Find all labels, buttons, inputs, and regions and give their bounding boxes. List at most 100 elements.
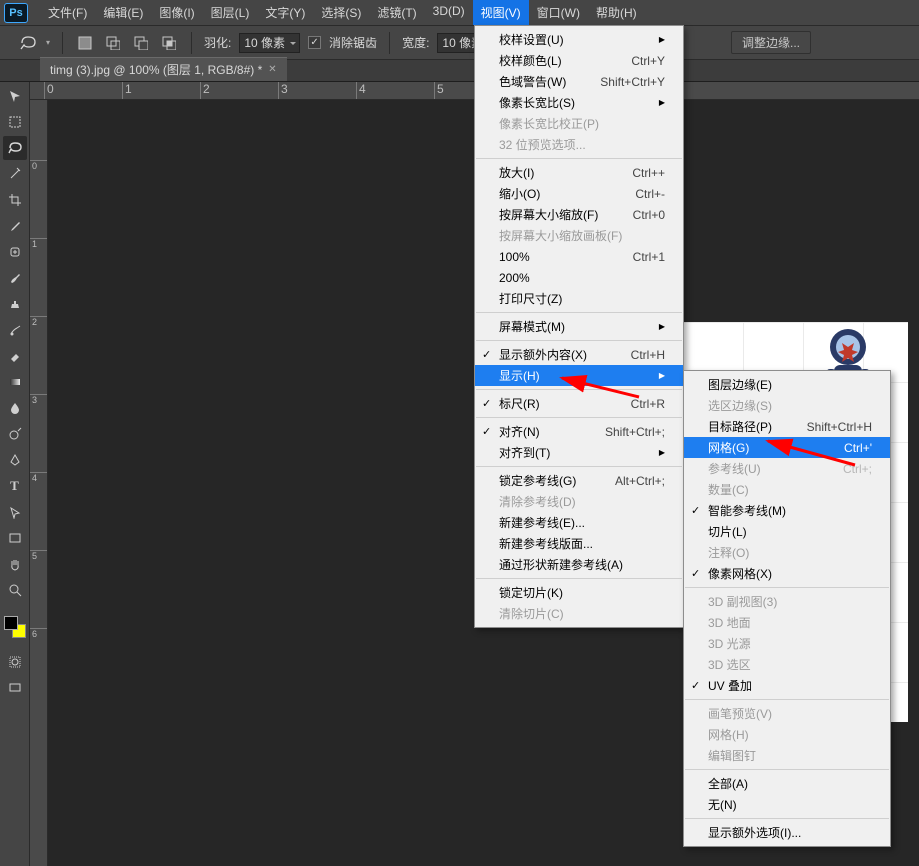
menu-item[interactable]: ✓像素网格(X) (684, 563, 890, 584)
menu-item[interactable]: 锁定切片(K) (475, 582, 683, 603)
color-swatches[interactable] (4, 616, 26, 638)
menu-item[interactable]: 目标路径(P)Shift+Ctrl+H (684, 416, 890, 437)
menu-filter[interactable]: 滤镜(T) (369, 0, 424, 25)
dodge-tool-icon[interactable] (3, 422, 27, 446)
menu-item-label: UV 叠加 (708, 677, 752, 694)
menu-item[interactable]: 缩小(O)Ctrl+- (475, 183, 683, 204)
menu-item[interactable]: 新建参考线(E)... (475, 512, 683, 533)
menu-item[interactable]: 200% (475, 267, 683, 288)
menu-item-label: 新建参考线版面... (499, 535, 593, 552)
zoom-tool-icon[interactable] (3, 578, 27, 602)
menu-item[interactable]: ✓智能参考线(M) (684, 500, 890, 521)
path-select-tool-icon[interactable] (3, 500, 27, 524)
eraser-tool-icon[interactable] (3, 344, 27, 368)
menu-item[interactable]: ✓标尺(R)Ctrl+R (475, 393, 683, 414)
lasso-tool-icon[interactable] (3, 136, 27, 160)
close-icon[interactable]: ✕ (268, 64, 276, 75)
rectangle-tool-icon[interactable] (3, 526, 27, 550)
menu-shortcut: Shift+Ctrl+Y (572, 75, 665, 89)
selection-subtract-icon[interactable] (131, 33, 151, 53)
menu-item-label: 200% (499, 271, 530, 285)
menu-item[interactable]: 锁定参考线(G)Alt+Ctrl+; (475, 470, 683, 491)
antialias-label: 消除锯齿 (329, 34, 377, 51)
menu-item[interactable]: 打印尺寸(Z) (475, 288, 683, 309)
feather-input[interactable]: 10 像素 (239, 33, 300, 53)
menu-item[interactable]: 色域警告(W)Shift+Ctrl+Y (475, 71, 683, 92)
menu-help[interactable]: 帮助(H) (588, 0, 645, 25)
menu-item[interactable]: 放大(I)Ctrl++ (475, 162, 683, 183)
menu-item[interactable]: 屏幕模式(M)▶ (475, 316, 683, 337)
menu-item: 注释(O) (684, 542, 890, 563)
gradient-tool-icon[interactable] (3, 370, 27, 394)
ruler-tick: 2 (30, 316, 47, 327)
marquee-tool-icon[interactable] (3, 110, 27, 134)
menu-item: 3D 副视图(3) (684, 591, 890, 612)
menu-view[interactable]: 视图(V) (473, 0, 529, 25)
crop-tool-icon[interactable] (3, 188, 27, 212)
menu-item[interactable]: ✓UV 叠加 (684, 675, 890, 696)
ruler-tick: 1 (122, 82, 132, 99)
menu-item[interactable]: 100%Ctrl+1 (475, 246, 683, 267)
menu-item-label: 对齐到(T) (499, 444, 550, 461)
menu-item[interactable]: 切片(L) (684, 521, 890, 542)
menu-item-label: 显示额外选项(I)... (708, 824, 801, 841)
menu-item[interactable]: 新建参考线版面... (475, 533, 683, 554)
menu-item-label: 目标路径(P) (708, 418, 772, 435)
ruler-tick: 2 (200, 82, 210, 99)
menu-item[interactable]: 图层边缘(E) (684, 374, 890, 395)
menu-item[interactable]: 网格(G)Ctrl+' (684, 437, 890, 458)
document-tab[interactable]: timg (3).jpg @ 100% (图层 1, RGB/8#) * ✕ (40, 57, 287, 81)
menu-item[interactable]: 显示(H)▶ (475, 365, 683, 386)
menu-item[interactable]: 显示额外选项(I)... (684, 822, 890, 843)
menu-shortcut: Ctrl+R (603, 397, 665, 411)
quick-mask-icon[interactable] (3, 650, 27, 674)
menu-item-label: 清除参考线(D) (499, 493, 576, 510)
menu-item-label: 屏幕模式(M) (499, 318, 565, 335)
type-tool-icon[interactable]: T (3, 474, 27, 498)
refine-edge-button[interactable]: 调整边缘... (731, 31, 811, 54)
menu-item[interactable]: 校样设置(U)▶ (475, 29, 683, 50)
menu-item[interactable]: 校样颜色(L)Ctrl+Y (475, 50, 683, 71)
menu-item: 3D 光源 (684, 633, 890, 654)
selection-new-icon[interactable] (75, 33, 95, 53)
submenu-arrow-icon: ▶ (635, 35, 665, 44)
menu-type[interactable]: 文字(Y) (257, 0, 313, 25)
menu-window[interactable]: 窗口(W) (529, 0, 588, 25)
check-icon: ✓ (691, 504, 700, 517)
magic-wand-tool-icon[interactable] (3, 162, 27, 186)
menu-image[interactable]: 图像(I) (151, 0, 202, 25)
menu-layer[interactable]: 图层(L) (203, 0, 258, 25)
blur-tool-icon[interactable] (3, 396, 27, 420)
show-submenu-dropdown: 图层边缘(E) 选区边缘(S) 目标路径(P)Shift+Ctrl+H网格(G)Ct… (683, 370, 891, 847)
menu-item: 画笔预览(V) (684, 703, 890, 724)
menu-item-label: 参考线(U) (708, 460, 761, 477)
menu-item: 按屏幕大小缩放画板(F) (475, 225, 683, 246)
selection-intersect-icon[interactable] (159, 33, 179, 53)
menu-item[interactable]: 按屏幕大小缩放(F)Ctrl+0 (475, 204, 683, 225)
antialias-checkbox[interactable]: ✓ (308, 36, 321, 49)
history-brush-tool-icon[interactable] (3, 318, 27, 342)
menu-file[interactable]: 文件(F) (40, 0, 95, 25)
pen-tool-icon[interactable] (3, 448, 27, 472)
menu-item[interactable]: 无(N) (684, 794, 890, 815)
menu-select[interactable]: 选择(S) (313, 0, 369, 25)
menu-shortcut: Ctrl+Y (603, 54, 665, 68)
selection-add-icon[interactable] (103, 33, 123, 53)
clone-stamp-tool-icon[interactable] (3, 292, 27, 316)
hand-tool-icon[interactable] (3, 552, 27, 576)
ruler-tick: 4 (30, 472, 47, 483)
move-tool-icon[interactable] (3, 84, 27, 108)
menu-item[interactable]: ✓对齐(N)Shift+Ctrl+; (475, 421, 683, 442)
menu-item[interactable]: 全部(A) (684, 773, 890, 794)
brush-tool-icon[interactable] (3, 266, 27, 290)
menu-threeD[interactable]: 3D(D) (425, 0, 473, 25)
menu-item[interactable]: 对齐到(T)▶ (475, 442, 683, 463)
menu-item[interactable]: 通过形状新建参考线(A) (475, 554, 683, 575)
spot-heal-tool-icon[interactable] (3, 240, 27, 264)
eyedropper-tool-icon[interactable] (3, 214, 27, 238)
menu-item[interactable]: 像素长宽比(S)▶ (475, 92, 683, 113)
menu-edit[interactable]: 编辑(E) (95, 0, 151, 25)
menu-item[interactable]: ✓显示额外内容(X)Ctrl+H (475, 344, 683, 365)
screen-mode-icon[interactable] (3, 676, 27, 700)
menu-item-label: 选区边缘(S) (708, 397, 772, 414)
